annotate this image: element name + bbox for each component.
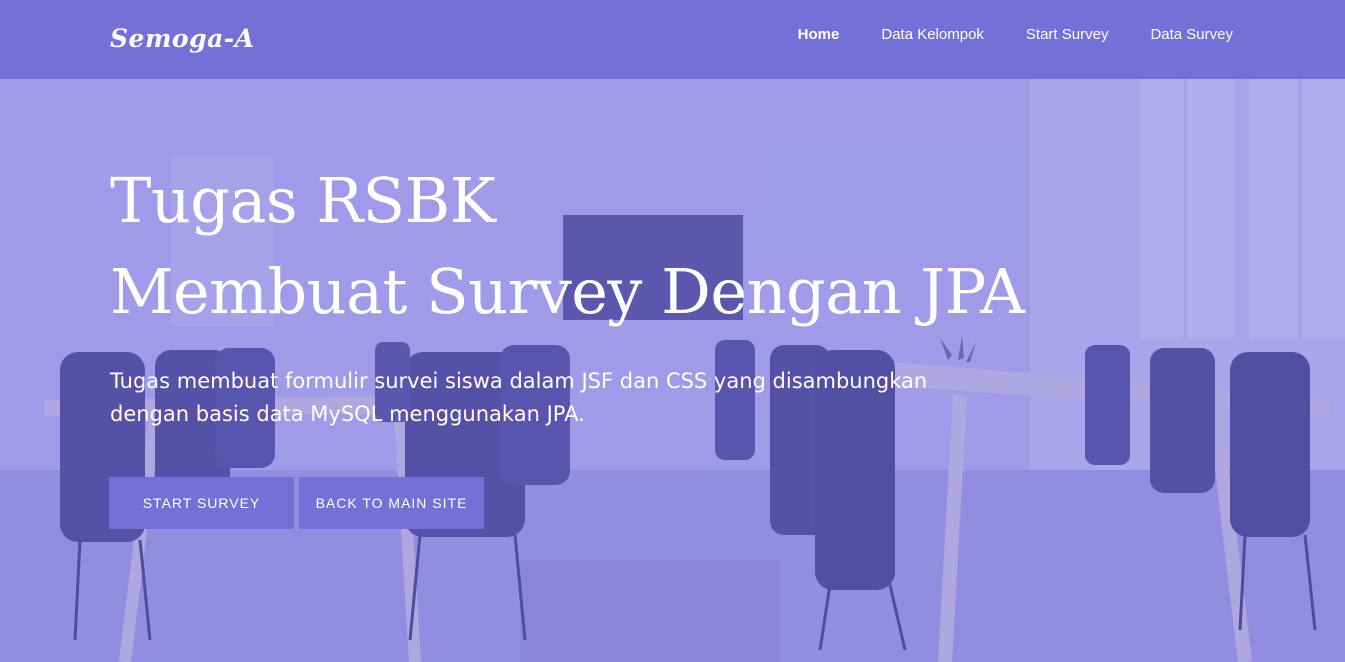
navbar: Semoga-A Home Data Kelompok Start Survey…	[0, 0, 1345, 79]
back-to-main-site-button[interactable]: Back to Main Site	[299, 477, 484, 529]
hero-content: Tugas RSBK Membuat Survey Dengan JPA Tug…	[110, 155, 1110, 431]
nav-link-data-kelompok[interactable]: Data Kelompok	[881, 26, 984, 43]
nav-menu: Home Data Kelompok Start Survey Data Sur…	[756, 26, 1233, 43]
nav-link-home[interactable]: Home	[798, 26, 840, 43]
hero-buttons: Start Survey Back to Main Site	[109, 477, 484, 529]
hero-title-line-1: Tugas RSBK	[110, 164, 496, 237]
hero-subtitle: Tugas membuat formulir survei siswa dala…	[110, 369, 928, 426]
nav-link-data-survey[interactable]: Data Survey	[1150, 26, 1233, 43]
hero-title: Tugas RSBK Membuat Survey Dengan JPA	[110, 155, 1110, 337]
hero-title-line-2: Membuat Survey Dengan JPA	[110, 255, 1025, 328]
brand-logo[interactable]: Semoga-A	[110, 24, 255, 53]
start-survey-button[interactable]: Start Survey	[109, 477, 294, 529]
landing-page: Semoga-A Home Data Kelompok Start Survey…	[0, 0, 1345, 662]
nav-link-start-survey[interactable]: Start Survey	[1026, 26, 1109, 43]
